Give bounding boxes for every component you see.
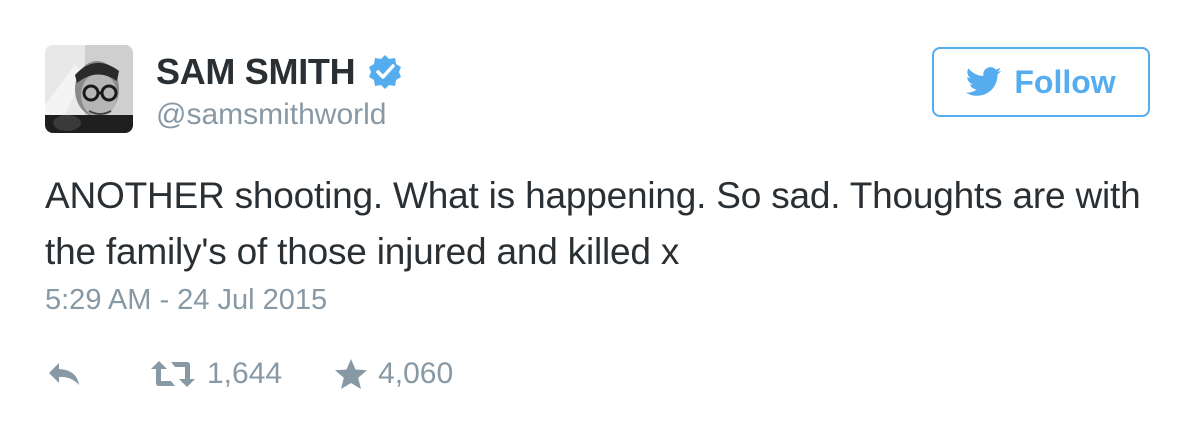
retweet-icon: [151, 361, 195, 387]
retweet-button[interactable]: 1,644: [149, 357, 282, 391]
tweet-timestamp[interactable]: 5:29 AM - 24 Jul 2015: [45, 284, 327, 317]
verified-badge-icon: [369, 55, 402, 89]
tweet-card: SAM SMITH @samsmithworld Follow ANOTHER …: [0, 0, 1200, 426]
tweet-text: ANOTHER shooting. What is happening. So …: [45, 175, 1141, 272]
profile-photo-icon: [45, 45, 133, 133]
favorite-count: 4,060: [378, 357, 454, 390]
name-row: SAM SMITH: [156, 50, 403, 94]
follow-label: Follow: [1014, 63, 1116, 100]
tweet-actions: 1,644 4,060: [45, 352, 453, 396]
reply-button[interactable]: [45, 359, 91, 389]
favorite-button[interactable]: 4,060: [334, 357, 453, 391]
star-icon: [335, 359, 368, 389]
follow-button[interactable]: Follow: [932, 47, 1150, 117]
twitter-bird-icon: [966, 67, 1002, 96]
avatar[interactable]: [45, 45, 133, 133]
reply-icon: [49, 363, 79, 385]
retweet-count: 1,644: [207, 357, 283, 390]
user-info: SAM SMITH @samsmithworld: [156, 50, 403, 132]
display-name[interactable]: SAM SMITH: [156, 51, 356, 93]
user-handle[interactable]: @samsmithworld: [156, 98, 403, 132]
